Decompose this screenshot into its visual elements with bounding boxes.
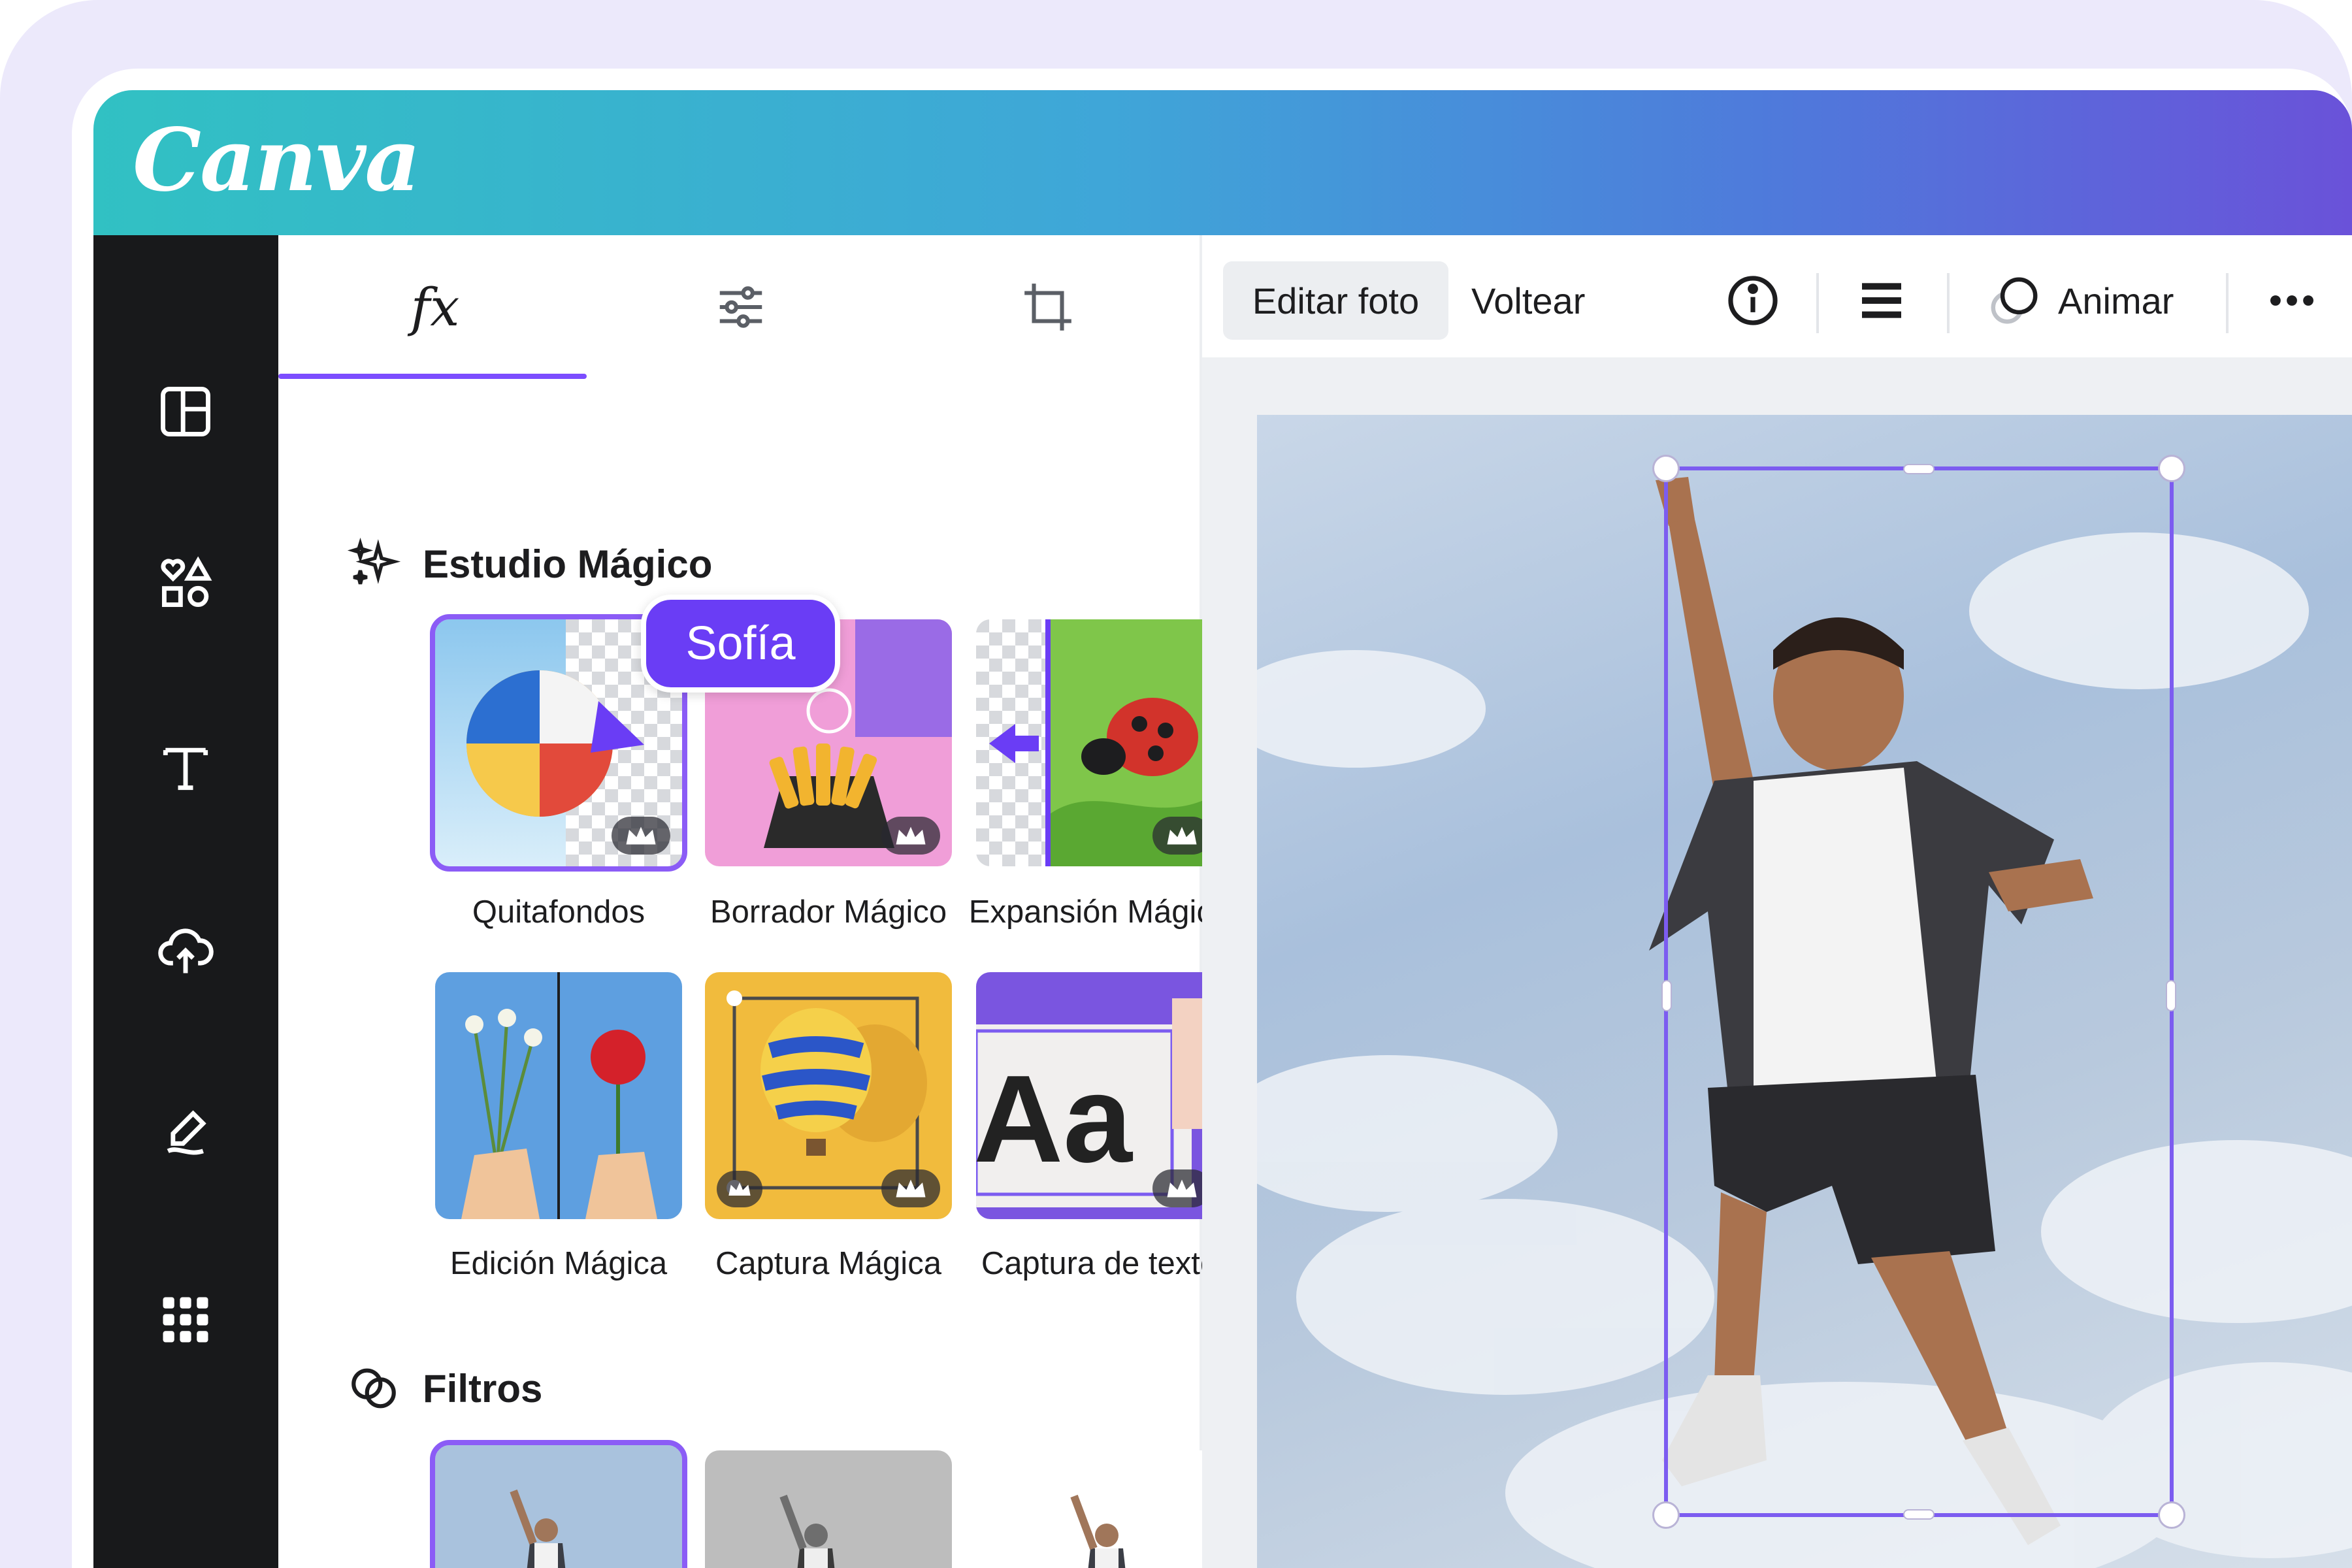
filter-thumb-cutout[interactable] [976, 1450, 1223, 1568]
crown-icon [626, 826, 656, 845]
rail-item-apps[interactable] [153, 1287, 218, 1352]
apps-icon [163, 1297, 208, 1343]
rail-item-draw[interactable] [153, 1101, 218, 1166]
filter-thumb-mono[interactable] [705, 1450, 952, 1568]
premium-badge [881, 817, 940, 855]
tile-magic-edit[interactable] [435, 972, 682, 1219]
context-toolbar: Editar foto Voltear Animar [1202, 235, 2352, 359]
magic-studio-title: Estudio Mágico [423, 542, 713, 586]
filter-preview-image [705, 1450, 952, 1568]
tile-label: Quitafondos [472, 894, 645, 930]
text-icon [163, 747, 208, 791]
filters-heading: Filtros [347, 1362, 542, 1415]
more-horizontal-icon [2270, 295, 2313, 306]
side-rail [93, 235, 278, 1568]
selection-bounding-box[interactable] [1652, 455, 2185, 1529]
fx-icon: fx [410, 276, 460, 338]
rail-item-text[interactable] [153, 735, 218, 800]
filter-thumb-original[interactable] [430, 1440, 687, 1568]
draw-icon [167, 1110, 206, 1155]
filters-icon [351, 1368, 396, 1409]
tile-magic-expand[interactable] [976, 619, 1223, 866]
resize-handle-right[interactable] [2166, 980, 2176, 1011]
animate-icon [1991, 277, 2038, 324]
crown-icon [896, 826, 926, 845]
resize-handle-top-right[interactable] [2158, 455, 2185, 482]
toolbar-divider [1947, 273, 1950, 333]
filter-preview-image [435, 1445, 682, 1568]
tile-label: Captura de texto [981, 1246, 1218, 1281]
rail-item-elements[interactable] [153, 551, 218, 616]
crop-icon [1024, 284, 1071, 331]
premium-badge [881, 1169, 940, 1207]
premium-badge-alt [717, 1171, 762, 1207]
collaborator-cursor-tag: Sofía [641, 595, 840, 693]
sparkles-icon [347, 537, 400, 585]
rail-item-uploads[interactable] [153, 918, 218, 983]
layers-lines-icon [1862, 283, 1901, 318]
more-options-button[interactable] [2264, 261, 2320, 340]
tile-text-grab[interactable]: Aa [976, 972, 1223, 1219]
info-button[interactable] [1725, 261, 1781, 340]
premium-badge [612, 817, 670, 855]
toolbar-divider [2226, 273, 2229, 333]
resize-handle-bottom-left[interactable] [1652, 1501, 1680, 1529]
crown-icon [1167, 826, 1197, 845]
adjust-sliders-icon [719, 286, 762, 328]
filters-title: Filtros [423, 1366, 543, 1411]
magic-studio-heading: Estudio Mágico [347, 537, 712, 591]
text-sample: Aa [976, 1050, 1133, 1188]
edit-photo-button[interactable]: Editar foto [1223, 261, 1448, 340]
crown-icon [896, 1179, 926, 1198]
toolbar-divider [1816, 273, 1819, 333]
layout-icon [161, 387, 210, 436]
edit-photo-panel: fx Estudio Mágico Quitafondos Borrador M… [278, 235, 1304, 1568]
panel-tabs: fx [278, 235, 1200, 382]
resize-handle-top[interactable] [1903, 464, 1935, 474]
rail-item-design[interactable] [153, 379, 218, 444]
header-bar: Canva [93, 90, 2352, 235]
canva-logo[interactable]: Canva [133, 110, 421, 211]
canva-editor: Canva fx Estudio Mágico Quitafondos Borr… [93, 90, 2352, 1568]
flip-button[interactable]: Voltear [1471, 261, 1585, 340]
tile-label: Borrador Mágico [710, 894, 947, 930]
tab-adjust[interactable] [676, 265, 806, 350]
resize-handle-bottom[interactable] [1903, 1509, 1935, 1520]
animate-button[interactable]: Animar [1986, 261, 2174, 340]
design-canvas-area [1202, 359, 2352, 1568]
resize-handle-bottom-right[interactable] [2158, 1501, 2185, 1529]
tile-label: Captura Mágica [715, 1246, 941, 1281]
tile-label: Edición Mágica [449, 1246, 668, 1281]
tab-crop[interactable] [983, 265, 1113, 350]
resize-handle-left[interactable] [1661, 980, 1672, 1011]
info-icon [1728, 276, 1778, 325]
filter-preview-image [976, 1450, 1223, 1568]
upload-icon [158, 928, 214, 973]
crown-icon [1167, 1179, 1197, 1198]
position-button[interactable] [1855, 261, 1908, 340]
elements-icon [161, 556, 212, 608]
resize-handle-top-left[interactable] [1652, 455, 1680, 482]
tile-label: Expansión Mágica [968, 894, 1231, 930]
crown-icon [728, 1183, 751, 1196]
active-tab-indicator [278, 374, 587, 379]
animate-label: Animar [2058, 280, 2174, 321]
tile-magic-grab[interactable] [705, 972, 952, 1219]
flower-image [435, 972, 682, 1219]
tab-effects[interactable]: fx [370, 265, 500, 350]
